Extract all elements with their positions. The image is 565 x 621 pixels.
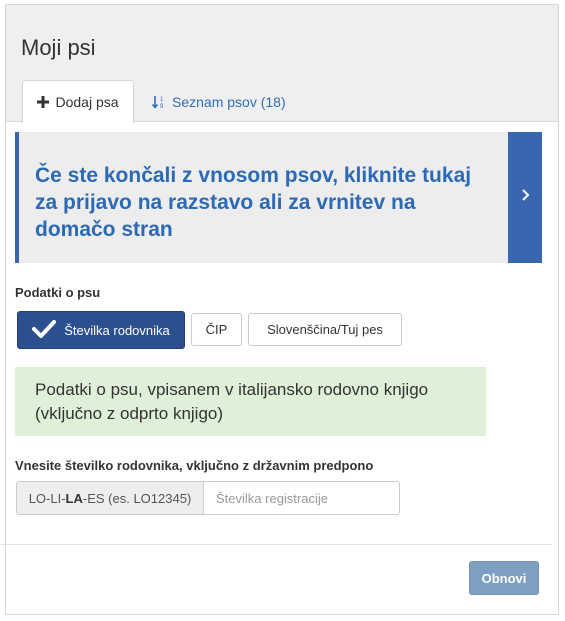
callout-text: Če ste končali z vnosom psov, kliknite t… xyxy=(35,164,472,241)
tab-add-dog[interactable]: Dodaj psa xyxy=(22,80,134,123)
option-slovenian-foreign[interactable]: Slovenščina/Tuj pes xyxy=(248,313,402,346)
option-chip[interactable]: ČIP xyxy=(191,313,242,346)
registration-prefix-hint: LO-LI- LA -ES (es. LO12345) xyxy=(16,481,204,515)
svg-text:1: 1 xyxy=(160,97,164,103)
option-label: Številka rodovnika xyxy=(64,322,170,338)
plus-icon xyxy=(37,95,50,108)
checkmark-icon xyxy=(32,319,57,342)
registration-label: Vnesite številko rodovnika, vključno z d… xyxy=(15,458,374,473)
prefix-part: -ES (es. LO12345) xyxy=(82,490,192,506)
dog-data-label: Podatki o psu xyxy=(15,285,101,300)
prefix-bold-part: LA xyxy=(65,490,83,506)
prefix-part: LO-LI- xyxy=(28,490,66,506)
tab-label: Dodaj psa xyxy=(55,93,119,110)
refresh-button[interactable]: Obnovi xyxy=(469,561,539,595)
footer-divider xyxy=(0,544,552,545)
sort-numeric-icon: 1 9 xyxy=(152,95,166,109)
tab-label: Seznam psov (18) xyxy=(172,93,286,110)
option-label: ČIP xyxy=(205,322,228,337)
info-alert: Podatki o psu, vpisanem v italijansko ro… xyxy=(15,367,486,436)
finish-callout[interactable]: Če ste končali z vnosom psov, kliknite t… xyxy=(15,132,542,263)
registration-number-input[interactable] xyxy=(203,481,400,515)
option-label: Slovenščina/Tuj pes xyxy=(267,322,383,337)
callout-arrow-button[interactable] xyxy=(508,132,542,263)
svg-text:9: 9 xyxy=(160,104,164,109)
chevron-right-icon xyxy=(521,188,530,207)
page-title: Moji psi xyxy=(21,35,96,60)
tab-dog-list[interactable]: 1 9 Seznam psov (18) xyxy=(152,80,286,123)
dogs-panel: Moji psi Dodaj psa 1 9 Seznam psov (18) xyxy=(5,4,559,615)
option-pedigree-number[interactable]: Številka rodovnika xyxy=(17,311,185,349)
panel-header: Moji psi Dodaj psa 1 9 Seznam psov (18) xyxy=(6,5,558,123)
